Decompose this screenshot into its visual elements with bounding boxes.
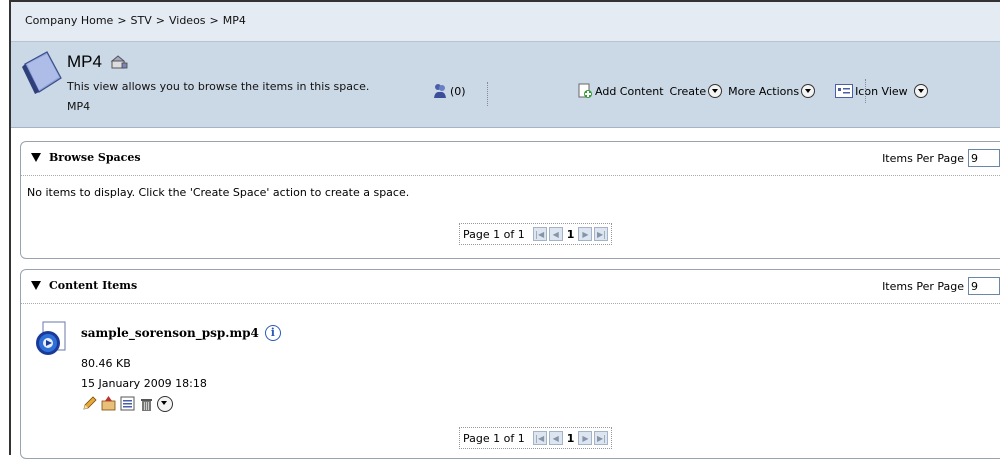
item-date: 15 January 2009 18:18 [81, 377, 207, 390]
divider [865, 79, 867, 103]
email-space-icon[interactable] [110, 54, 128, 70]
space-users[interactable]: (0) [433, 83, 466, 99]
add-content-icon [578, 83, 592, 98]
next-page-icon[interactable]: ▶ [578, 431, 593, 445]
create-dropdown-icon[interactable] [708, 84, 723, 98]
items-per-page-label: Items Per Page [882, 151, 964, 165]
prev-page-icon[interactable]: ◀ [548, 431, 563, 445]
pager-text: Page 1 of 1 [463, 227, 525, 241]
content-items-panel: Content Items Items Per Page sample_sore… [20, 269, 1000, 459]
video-file-icon[interactable] [35, 320, 71, 358]
delete-trash-icon[interactable] [138, 395, 155, 412]
more-actions-label: More Actions [728, 84, 800, 98]
icon-view-icon [835, 84, 854, 98]
divider [487, 82, 489, 106]
breadcrumb-company-home[interactable]: Company Home [25, 14, 113, 27]
space-subtitle: MP4 [67, 100, 91, 113]
details-icon[interactable] [119, 395, 136, 412]
pager: Page 1 of 1 |◀ ◀ 1 ▶ ▶| [459, 223, 613, 245]
empty-message: No items to display. Click the 'Create S… [27, 186, 410, 199]
info-icon[interactable]: i [264, 325, 281, 341]
content-items-toggle[interactable]: Content Items [31, 279, 137, 292]
next-page-icon[interactable]: ▶ [578, 227, 593, 241]
items-per-page-label: Items Per Page [882, 279, 964, 293]
prev-page-icon[interactable]: ◀ [548, 227, 563, 241]
current-page[interactable]: 1 [565, 228, 577, 241]
item-size: 80.46 KB [81, 357, 131, 370]
pager-text: Page 1 of 1 [463, 431, 525, 445]
create-label: Create [669, 84, 707, 98]
more-actions-menu[interactable]: More Actions [728, 84, 816, 98]
collapse-triangle-icon[interactable] [31, 281, 41, 290]
browse-spaces-title: Browse Spaces [49, 151, 141, 164]
collapse-triangle-icon[interactable] [31, 153, 41, 162]
icon-view-label: Icon View [855, 84, 908, 98]
more-item-actions-icon[interactable] [157, 395, 173, 412]
last-page-icon[interactable]: ▶| [594, 431, 609, 445]
create-menu[interactable]: Create [670, 84, 723, 98]
items-per-page: Items Per Page [882, 277, 1000, 295]
breadcrumb: Company Home > STV > Videos > MP4 [11, 2, 1000, 42]
browse-spaces-panel: Browse Spaces Items Per Page No items to… [20, 141, 1000, 259]
items-per-page-input[interactable] [968, 277, 1000, 295]
breadcrumb-stv[interactable]: STV [131, 14, 152, 27]
item-actions [81, 395, 173, 412]
browse-spaces-toggle[interactable]: Browse Spaces [31, 151, 141, 164]
last-page-icon[interactable]: ▶| [594, 227, 609, 241]
add-content-label: Add Content [595, 84, 664, 98]
add-content-button[interactable]: Add Content [577, 83, 664, 99]
first-page-icon[interactable]: |◀ [532, 431, 547, 445]
breadcrumb-videos[interactable]: Videos [169, 14, 206, 27]
action-bar: Add Content Create More Actions Icon Vie… [577, 79, 934, 103]
list-item: sample_sorenson_psp.mp4 i [81, 325, 281, 341]
content-items-title: Content Items [49, 279, 138, 292]
item-name-link[interactable]: sample_sorenson_psp.mp4 [81, 326, 259, 340]
icon-view-dropdown-icon[interactable] [913, 84, 928, 98]
breadcrumb-separator: > [209, 14, 219, 27]
items-per-page-input[interactable] [968, 149, 1000, 167]
breadcrumb-mp4[interactable]: MP4 [223, 14, 246, 27]
users-icon [434, 84, 446, 98]
icon-view-menu[interactable]: Icon View [835, 84, 928, 98]
space-folder-icon [22, 51, 62, 94]
pager: Page 1 of 1 |◀ ◀ 1 ▶ ▶| [459, 427, 613, 449]
checkout-icon[interactable] [100, 395, 117, 412]
space-description: This view allows you to browse the items… [67, 80, 370, 93]
items-per-page: Items Per Page [882, 149, 1000, 167]
more-actions-dropdown-icon[interactable] [801, 84, 816, 98]
page-title: MP4 [67, 52, 102, 71]
breadcrumb-separator: > [155, 14, 165, 27]
current-page[interactable]: 1 [565, 432, 577, 445]
edit-pencil-icon[interactable] [81, 395, 98, 412]
breadcrumb-separator: > [117, 14, 127, 27]
browse-spaces-header: Browse Spaces Items Per Page [21, 142, 1000, 176]
space-header: MP4 This view allows you to browse the i… [11, 42, 1000, 128]
content-items-header: Content Items Items Per Page [21, 270, 1000, 304]
first-page-icon[interactable]: |◀ [532, 227, 547, 241]
users-count: (0) [450, 84, 466, 98]
